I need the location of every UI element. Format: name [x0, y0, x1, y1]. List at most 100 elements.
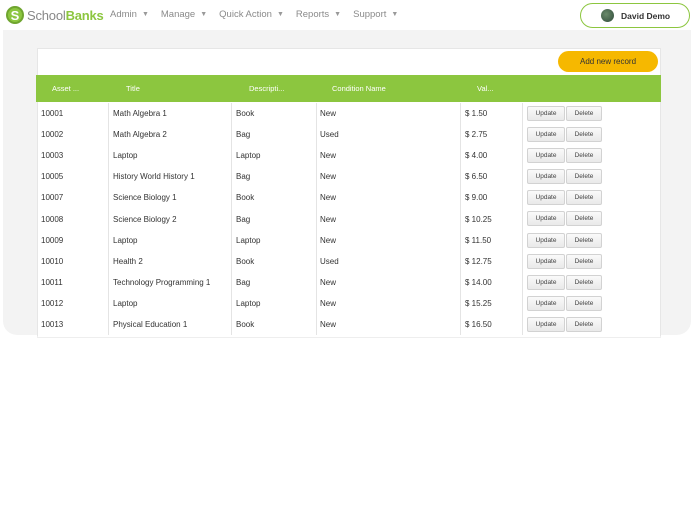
- delete-button[interactable]: Delete: [566, 211, 602, 227]
- cell-title: Laptop: [113, 151, 138, 161]
- table-row: 10011 Technology Programming 1 Bag New $ 14.…: [36, 272, 661, 293]
- cell-asset: 10003: [41, 151, 64, 161]
- cell-title: Science Biology 1: [113, 193, 177, 203]
- cell-title: Health 2: [113, 256, 143, 266]
- delete-button[interactable]: Delete: [566, 316, 602, 332]
- column-label: Val...: [477, 84, 494, 93]
- logo-s-icon: S: [6, 6, 24, 24]
- logo-text-part2: Banks: [65, 7, 104, 23]
- cell-description: Laptop: [236, 151, 261, 161]
- update-button[interactable]: Update: [527, 274, 565, 290]
- cell-condition: New: [320, 109, 337, 119]
- cell-asset: 10007: [41, 193, 64, 203]
- column-header-title[interactable]: Title: [126, 75, 140, 102]
- chevron-down-icon: ▼: [276, 11, 284, 18]
- table-row: 10009 Laptop Laptop New $ 11.50 Update Delete: [36, 230, 661, 251]
- top-navbar: S SchoolBanks Admin ▼ Manage ▼ Quick Actio…: [0, 0, 695, 30]
- column-label: Descripti...: [249, 84, 285, 93]
- cell-value: $ 9.00: [465, 193, 488, 203]
- delete-button[interactable]: Delete: [566, 127, 602, 143]
- table-row: 10013 Physical Education 1 Book New $ 16.50 U…: [36, 314, 661, 335]
- cell-title: Science Biology 2: [113, 214, 177, 224]
- cell-value: $ 4.00: [465, 151, 488, 161]
- delete-button[interactable]: Delete: [566, 106, 602, 121]
- cell-asset: 10011: [41, 277, 63, 287]
- update-button[interactable]: Update: [527, 253, 565, 269]
- cell-asset: 10005: [41, 172, 64, 182]
- table-row: 10012 Laptop Laptop New $ 15.25 Update Delete: [36, 293, 661, 314]
- nav-admin[interactable]: Admin ▼: [110, 9, 149, 20]
- column-header-description[interactable]: Descripti...: [249, 75, 284, 102]
- cell-value: $ 12.75: [465, 256, 492, 266]
- delete-button[interactable]: Delete: [566, 190, 602, 206]
- cell-value: $ 6.50: [465, 172, 488, 182]
- update-button[interactable]: Update: [527, 190, 565, 206]
- cell-title: Laptop: [113, 298, 138, 308]
- delete-button[interactable]: Delete: [566, 232, 602, 248]
- chevron-down-icon: ▼: [141, 11, 149, 18]
- nav-quick-action[interactable]: Quick Action ▼: [219, 9, 284, 20]
- delete-button[interactable]: Delete: [566, 295, 602, 311]
- cell-condition: New: [320, 151, 337, 161]
- cell-asset: 10009: [41, 235, 64, 245]
- cell-description: Book: [236, 319, 255, 329]
- table-row: 10001 Math Algebra 1 Book New $ 1.50 Update De…: [36, 103, 661, 124]
- cell-asset: 10008: [41, 214, 64, 224]
- reflection-fade: [0, 336, 695, 426]
- nav-label: Quick Action: [219, 9, 272, 20]
- nav-reports[interactable]: Reports ▼: [296, 9, 341, 20]
- chevron-down-icon: ▼: [334, 11, 342, 18]
- cell-condition: Used: [320, 130, 339, 140]
- cell-condition: New: [320, 277, 337, 287]
- table-row: 10002 Math Algebra 2 Bag Used $ 2.75 Update De…: [36, 124, 661, 145]
- chevron-down-icon: ▼: [200, 11, 208, 18]
- delete-button[interactable]: Delete: [566, 148, 602, 164]
- update-button[interactable]: Update: [527, 127, 565, 143]
- column-header-asset[interactable]: Asset ...: [52, 75, 79, 102]
- logo-text-part1: School: [27, 7, 66, 23]
- table-row: 10003 Laptop Laptop New $ 4.00 Update Delete: [36, 145, 661, 166]
- nav-label: Admin: [110, 9, 137, 20]
- cell-condition: New: [320, 298, 337, 308]
- column-header-condition[interactable]: Condition Name: [332, 75, 386, 102]
- delete-button[interactable]: Delete: [566, 274, 602, 290]
- avatar: [601, 9, 614, 22]
- cell-description: Book: [236, 109, 255, 119]
- update-button[interactable]: Update: [527, 106, 565, 121]
- cell-description: Bag: [236, 214, 251, 224]
- update-button[interactable]: Update: [527, 211, 565, 227]
- cell-title: Technology Programming 1: [113, 277, 211, 287]
- update-button[interactable]: Update: [527, 295, 565, 311]
- nav-support[interactable]: Support ▼: [353, 9, 398, 20]
- school-banks-logo[interactable]: S SchoolBanks: [6, 6, 104, 24]
- delete-button[interactable]: Delete: [566, 253, 602, 269]
- update-button[interactable]: Update: [527, 169, 565, 185]
- update-button[interactable]: Update: [527, 148, 565, 164]
- column-header-value[interactable]: Val...: [477, 75, 494, 102]
- nav-label: Support: [353, 9, 387, 20]
- table-header: Asset ... Title Descripti... Condition N…: [36, 75, 661, 102]
- table-row: 10010 Health 2 Book Used $ 12.75 Update Delete: [36, 251, 661, 272]
- cell-condition: New: [320, 319, 337, 329]
- nav-label: Manage: [160, 9, 196, 20]
- cell-title: Math Algebra 2: [113, 130, 167, 140]
- delete-button[interactable]: Delete: [566, 169, 602, 185]
- nav-manage[interactable]: Manage ▼: [161, 9, 207, 20]
- main-nav: Admin ▼ Manage ▼ Quick Action ▼ Reports ▼ Su…: [110, 9, 410, 20]
- add-new-record-button[interactable]: Add new record: [558, 51, 658, 72]
- cell-value: $ 15.25: [465, 298, 492, 308]
- cell-title: Math Algebra 1: [113, 109, 167, 119]
- update-button[interactable]: Update: [527, 316, 565, 332]
- cell-asset: 10002: [41, 130, 64, 140]
- cell-title: Laptop: [113, 235, 138, 245]
- nav-label: Reports: [295, 9, 330, 20]
- cell-value: $ 2.75: [465, 130, 488, 140]
- update-button[interactable]: Update: [527, 232, 565, 248]
- cell-condition: New: [320, 214, 337, 224]
- cell-description: Bag: [236, 277, 251, 287]
- cell-description: Bag: [236, 172, 251, 182]
- cell-value: $ 16.50: [465, 319, 492, 329]
- cell-value: $ 1.50: [465, 109, 488, 119]
- chevron-down-icon: ▼: [391, 11, 399, 18]
- user-menu-button[interactable]: David Demo: [580, 3, 690, 28]
